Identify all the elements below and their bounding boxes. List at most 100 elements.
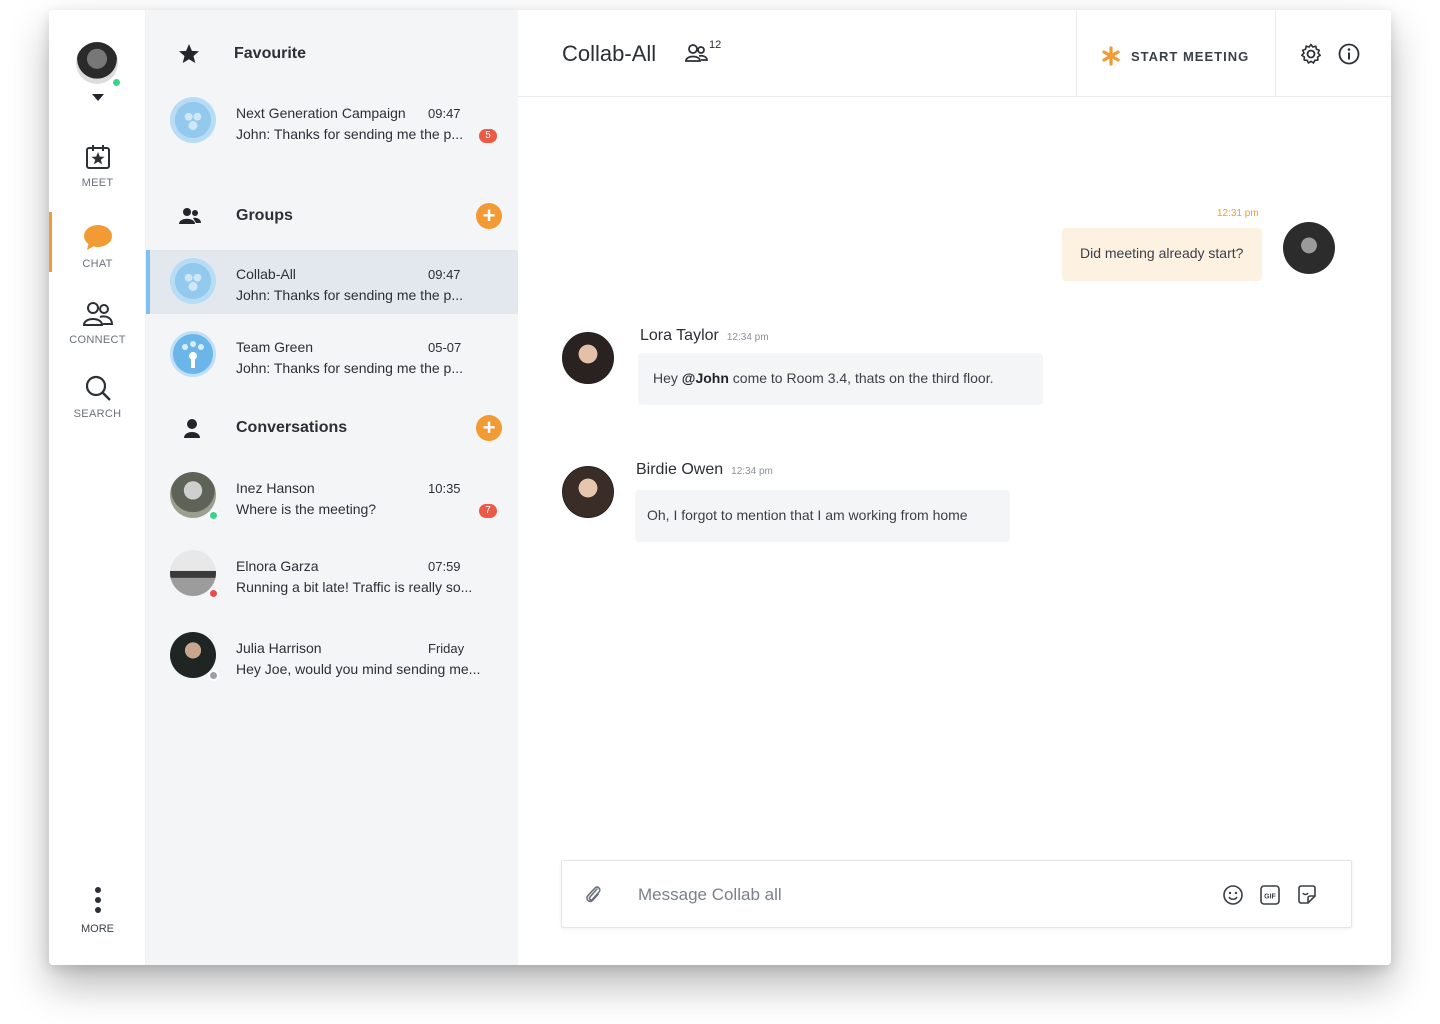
online-status-dot — [208, 510, 219, 521]
team-icon — [182, 341, 204, 368]
item-name: Julia Harrison — [236, 640, 322, 656]
item-time: 07:59 — [428, 559, 461, 574]
nav-search[interactable]: SEARCH — [49, 374, 146, 420]
item-name: Next Generation Campaign — [236, 105, 406, 121]
members-icon[interactable] — [685, 43, 709, 63]
chat-list-panel: Favourite Next Generation Campaign 09:47… — [146, 10, 518, 965]
group-avatar — [170, 97, 216, 143]
unread-badge: 5 — [479, 129, 497, 143]
nav-connect-label: CONNECT — [69, 334, 126, 346]
contact-avatar — [170, 472, 219, 521]
contact-avatar — [170, 632, 219, 681]
conversations-header: Conversations + — [146, 413, 518, 443]
app-window: MEET CHAT CONNECT SEARCH MORE Favourite … — [49, 10, 1391, 965]
item-preview: Running a bit late! Traffic is really so… — [236, 579, 473, 595]
item-name: Inez Hanson — [236, 480, 315, 496]
search-icon — [85, 375, 111, 401]
user-mention[interactable]: @John — [682, 370, 729, 386]
message-input[interactable] — [638, 881, 1198, 909]
my-message-avatar — [1283, 222, 1335, 274]
emoji-icon[interactable] — [1222, 884, 1244, 906]
people-icon — [82, 302, 113, 326]
offline-status-dot — [208, 670, 219, 681]
nav-chat[interactable]: CHAT — [49, 212, 146, 272]
sender-name: Birdie Owen — [636, 461, 724, 478]
nav-rail: MEET CHAT CONNECT SEARCH MORE — [49, 10, 146, 965]
item-time: 09:47 — [428, 106, 461, 121]
group-avatar — [170, 331, 216, 377]
message-text: come to Room 3.4, thats on the third flo… — [728, 370, 994, 386]
list-item[interactable]: Team Green 05-07 John: Thanks for sendin… — [146, 323, 518, 387]
add-conversation-button[interactable]: + — [476, 415, 502, 441]
item-preview: John: Thanks for sending me the p... — [236, 126, 463, 142]
sticker-icon[interactable] — [1296, 884, 1318, 906]
message-sender: Lora Taylor 12:34 pm — [640, 327, 769, 345]
busy-status-dot — [208, 588, 219, 599]
incoming-message-bubble: Hey @John come to Room 3.4, thats on the… — [638, 353, 1043, 405]
group-icon — [179, 208, 201, 224]
svg-text:GIF: GIF — [1264, 894, 1276, 901]
more-vertical-icon — [94, 887, 101, 913]
info-icon[interactable] — [1338, 43, 1360, 65]
add-group-button[interactable]: + — [476, 203, 502, 229]
start-meeting-button[interactable]: START MEETING — [1076, 10, 1276, 97]
star-icon — [179, 44, 199, 63]
list-item[interactable]: Inez Hanson 10:35 Where is the meeting? … — [146, 464, 518, 528]
chat-title: Collab-All — [562, 41, 657, 66]
item-name: Team Green — [236, 339, 314, 355]
sender-avatar — [562, 466, 614, 518]
chat-bubble-icon — [83, 225, 112, 250]
list-item[interactable]: Next Generation Campaign 09:47 John: Tha… — [146, 89, 518, 153]
incoming-message-bubble: Oh, I forgot to mention that I am workin… — [635, 490, 1010, 542]
meeting-asterisk-icon — [1102, 46, 1120, 66]
groups-header: Groups + — [146, 201, 518, 231]
message-sender: Birdie Owen 12:34 pm — [636, 461, 773, 479]
calendar-star-icon — [85, 145, 110, 169]
sender-avatar — [562, 332, 614, 384]
paperclip-icon[interactable] — [584, 883, 602, 905]
groups-title: Groups — [236, 207, 293, 224]
gif-icon[interactable]: GIF — [1259, 884, 1281, 906]
nav-search-label: SEARCH — [73, 408, 122, 420]
item-time: 10:35 — [428, 481, 461, 496]
item-name: Collab-All — [236, 266, 296, 282]
person-icon — [184, 419, 200, 438]
contact-avatar — [170, 550, 219, 599]
start-meeting-label: START MEETING — [1131, 49, 1250, 64]
item-preview: John: Thanks for sending me the p... — [236, 287, 463, 303]
item-preview: John: Thanks for sending me the p... — [236, 360, 463, 376]
nav-more[interactable]: MORE — [49, 887, 146, 935]
favourite-header: Favourite — [146, 39, 518, 69]
unread-badge: 7 — [479, 504, 497, 518]
online-status-dot — [111, 77, 122, 88]
item-name: Elnora Garza — [236, 558, 319, 574]
outgoing-message-time: 12:31 pm — [1217, 208, 1259, 219]
item-time: Friday — [428, 641, 465, 656]
item-time: 09:47 — [428, 267, 461, 282]
chevron-down-icon[interactable] — [92, 94, 104, 101]
list-item[interactable]: Collab-All 09:47 John: Thanks for sendin… — [146, 250, 518, 314]
list-item[interactable]: Julia Harrison Friday Hey Joe, would you… — [146, 624, 518, 688]
nav-connect[interactable]: CONNECT — [49, 300, 146, 346]
member-count: 12 — [709, 39, 722, 51]
message-text-prefix: Hey — [653, 370, 682, 386]
my-avatar[interactable] — [76, 42, 122, 88]
nav-meet[interactable]: MEET — [49, 143, 146, 189]
chat-main: Collab-All 12 START MEETING 12:31 pm Did… — [518, 10, 1391, 965]
item-time: 05-07 — [428, 340, 462, 355]
nav-meet-label: MEET — [81, 177, 114, 189]
gear-icon[interactable] — [1300, 43, 1322, 65]
message-time: 12:34 pm — [731, 466, 773, 477]
favourite-title: Favourite — [234, 45, 307, 62]
outgoing-message-bubble: Did meeting already start? — [1062, 228, 1262, 281]
nav-more-label: MORE — [81, 923, 114, 935]
item-preview: Where is the meeting? — [236, 501, 377, 517]
conversations-title: Conversations — [236, 419, 348, 436]
nav-chat-label: CHAT — [82, 258, 113, 270]
group-avatar — [170, 258, 216, 304]
sender-name: Lora Taylor — [640, 327, 719, 344]
list-item[interactable]: Elnora Garza 07:59 Running a bit late! T… — [146, 542, 518, 606]
item-preview: Hey Joe, would you mind sending me... — [236, 661, 481, 677]
message-time: 12:34 pm — [726, 332, 769, 343]
message-composer: GIF — [561, 860, 1352, 928]
